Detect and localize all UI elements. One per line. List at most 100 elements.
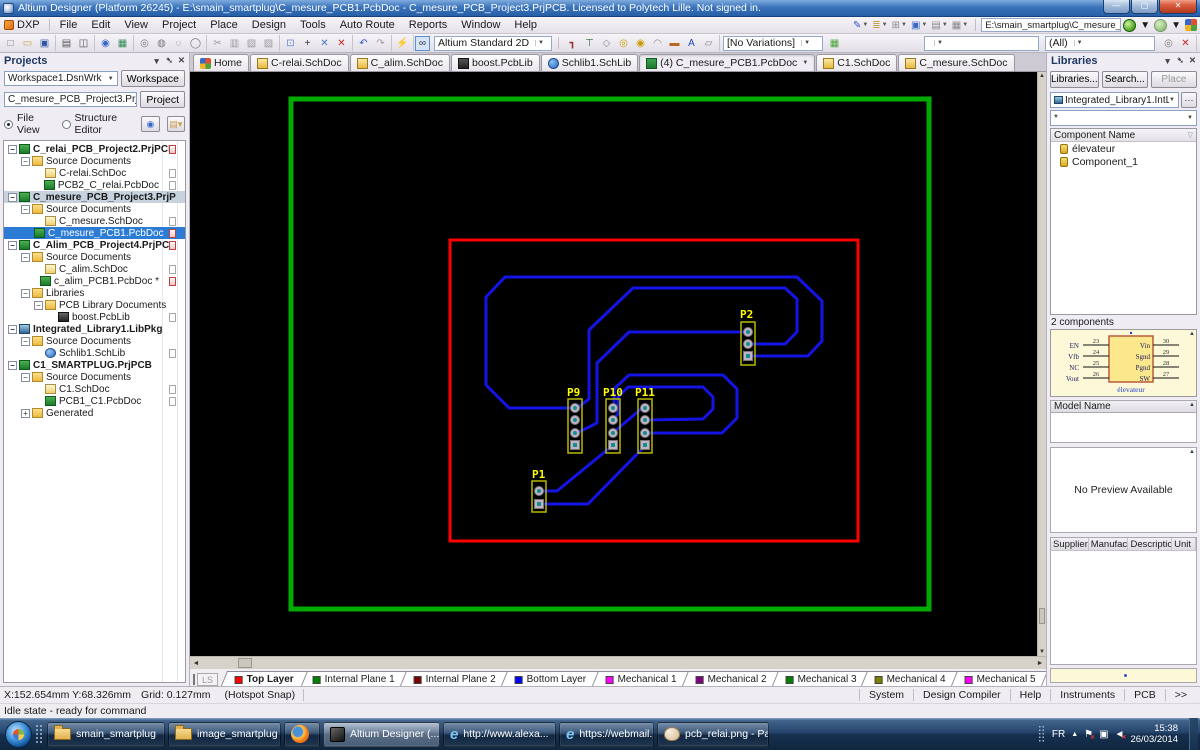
place-string-icon[interactable]: A bbox=[684, 36, 699, 51]
pin-icon[interactable]: ➴ bbox=[166, 55, 173, 66]
filter-search-icon[interactable]: ◎ bbox=[1161, 36, 1176, 51]
menu-help[interactable]: Help bbox=[507, 18, 544, 32]
more-button[interactable]: ··· bbox=[1181, 92, 1197, 108]
tree-item[interactable]: −C_relai_PCB_Project2.PrjPCB bbox=[4, 143, 185, 155]
table-column-header[interactable]: Description bbox=[1128, 538, 1172, 550]
panel-menu-icon[interactable]: ▼ bbox=[152, 56, 160, 66]
tree-item[interactable]: −C_Alim_PCB_Project4.PrjPCB bbox=[4, 239, 185, 251]
pcb-editor-canvas[interactable]: P2P9P10P11P1 ▲ ▼ bbox=[190, 72, 1046, 656]
status-button-help[interactable]: Help bbox=[1010, 689, 1051, 701]
paste-array-icon[interactable]: ▨ bbox=[261, 36, 276, 51]
pin-name[interactable]: Vout bbox=[1066, 375, 1079, 383]
show-desktop-button[interactable] bbox=[1189, 718, 1198, 750]
print-preview-icon[interactable]: ◫ bbox=[76, 36, 91, 51]
network-icon[interactable]: ▣ bbox=[1099, 729, 1108, 740]
tree-item[interactable]: PCB1_C1.PcbDoc bbox=[4, 395, 185, 407]
undo-icon[interactable]: ↶ bbox=[356, 36, 371, 51]
tree-item[interactable]: −Source Documents bbox=[4, 203, 185, 215]
maximize-button[interactable]: ▢ bbox=[1131, 0, 1158, 14]
volume-icon[interactable]: ◄✕ bbox=[1115, 729, 1125, 740]
place-component-icon[interactable]: ◇ bbox=[599, 36, 614, 51]
expander-icon[interactable]: − bbox=[21, 157, 30, 166]
component-filter-combo[interactable]: * ▼ bbox=[1050, 110, 1197, 126]
view-3d-icon[interactable]: ◉ bbox=[98, 36, 113, 51]
documents-icon[interactable]: ≣▼ bbox=[870, 20, 889, 31]
route-differential-icon[interactable]: ⊤ bbox=[582, 36, 597, 51]
pin-number[interactable]: 30 bbox=[1163, 338, 1170, 345]
start-button[interactable] bbox=[5, 721, 32, 748]
pin-number[interactable]: 27 bbox=[1163, 371, 1170, 378]
tree-item[interactable]: −Source Documents bbox=[4, 335, 185, 347]
tree-item[interactable]: −Source Documents bbox=[4, 155, 185, 167]
chevron-down-icon[interactable]: ▼ bbox=[1138, 20, 1152, 31]
vertical-scrollbar[interactable]: ▲ ▼ bbox=[1037, 72, 1046, 656]
expander-icon[interactable]: − bbox=[8, 361, 17, 370]
pin-number[interactable]: 28 bbox=[1163, 360, 1170, 367]
library-component-row[interactable]: Component_1 bbox=[1051, 155, 1196, 168]
workspace-button[interactable]: Workspace bbox=[121, 70, 185, 87]
layer-tab-top-layer[interactable]: Top Layer bbox=[221, 671, 308, 686]
wand-icon[interactable]: ⚡ bbox=[395, 36, 410, 51]
doc-tab-boost-pcblib[interactable]: boost.PcbLib bbox=[451, 54, 540, 71]
cut-icon[interactable]: ✂ bbox=[210, 36, 225, 51]
expander-icon[interactable]: + bbox=[21, 409, 30, 418]
tree-item[interactable]: C_alim.SchDoc bbox=[4, 263, 185, 275]
menu-edit[interactable]: Edit bbox=[84, 18, 117, 32]
open-icon[interactable]: ▭ bbox=[20, 36, 35, 51]
layer-tab-bottom-layer[interactable]: Bottom Layer bbox=[501, 671, 601, 686]
tree-item[interactable]: −Integrated_Library1.LibPkg bbox=[4, 323, 185, 335]
zoom-points-icon[interactable]: ◯ bbox=[188, 36, 203, 51]
scroll-right-icon[interactable]: ► bbox=[1034, 660, 1046, 667]
zoom-area-icon[interactable]: ◍ bbox=[154, 36, 169, 51]
menu-window[interactable]: Window bbox=[454, 18, 507, 32]
pin-name[interactable]: Vfb bbox=[1068, 353, 1079, 361]
panels-icon[interactable]: ▣▼ bbox=[909, 20, 929, 31]
scroll-up-icon[interactable]: ▲ bbox=[1189, 331, 1195, 337]
pin-number[interactable]: 25 bbox=[1093, 360, 1100, 367]
table-column-header[interactable]: Unit bbox=[1172, 538, 1196, 550]
status-button-pcb[interactable]: PCB bbox=[1124, 689, 1165, 701]
pin-name[interactable]: Sgnd bbox=[1136, 353, 1151, 361]
scroll-up-icon[interactable]: ▲ bbox=[1189, 449, 1195, 455]
pin-icon[interactable]: ➴ bbox=[1177, 55, 1184, 66]
variations-combo[interactable]: [No Variations]▼ bbox=[723, 36, 823, 51]
select-region-icon[interactable]: ⊡ bbox=[283, 36, 298, 51]
place-pad-icon[interactable]: ◎ bbox=[616, 36, 631, 51]
scroll-thumb[interactable] bbox=[1039, 608, 1045, 624]
component-label-p2[interactable]: P2 bbox=[740, 308, 753, 321]
horizontal-scrollbar[interactable]: ◄ ► bbox=[190, 656, 1046, 669]
pin-name[interactable]: NC bbox=[1069, 364, 1079, 372]
layer-tab-mechanical-4[interactable]: Mechanical 4 bbox=[861, 671, 960, 686]
clock[interactable]: 15:38 26/03/2014 bbox=[1130, 723, 1178, 746]
model-name-header[interactable]: Model Name bbox=[1054, 401, 1111, 412]
hidden-icons-icon[interactable]: ▲ bbox=[1071, 731, 1078, 738]
menu-reports[interactable]: Reports bbox=[402, 18, 455, 32]
dxp-menu[interactable]: DXP bbox=[0, 19, 46, 31]
doc-tab--4-c-mesure-pcb1-pcbdoc[interactable]: (4) C_mesure_PCB1.PcbDoc▼ bbox=[639, 54, 815, 71]
doc-tab-home[interactable]: Home bbox=[193, 54, 249, 71]
pin-number[interactable]: 23 bbox=[1093, 338, 1100, 345]
place-button[interactable]: Place bbox=[1151, 71, 1197, 88]
expander-icon[interactable]: − bbox=[8, 325, 17, 334]
zoom-document-icon[interactable]: ◎ bbox=[137, 36, 152, 51]
pin-name[interactable]: SW bbox=[1140, 375, 1151, 383]
place-via-icon[interactable]: ◉ bbox=[633, 36, 648, 51]
tree-item[interactable]: PCB2_C_relai.PcbDoc bbox=[4, 179, 185, 191]
tree-item[interactable]: Schlib1.SchLib bbox=[4, 347, 185, 359]
scroll-up-icon[interactable]: ▲ bbox=[1038, 73, 1046, 79]
tree-item[interactable]: −PCB Library Documents bbox=[4, 299, 185, 311]
clear-filter-icon[interactable]: ✕ bbox=[334, 36, 349, 51]
minimize-button[interactable]: — bbox=[1103, 0, 1130, 14]
address-combo[interactable]: E:\smain_smartplug\C_mesure_PC▼ bbox=[981, 18, 1121, 32]
menu-view[interactable]: View bbox=[117, 18, 155, 32]
taskbar-button-image-smartplug[interactable]: image_smartplug bbox=[168, 722, 281, 747]
tree-item[interactable]: boost.PcbLib bbox=[4, 311, 185, 323]
close-icon[interactable]: ✕ bbox=[178, 55, 185, 66]
component-p10[interactable]: P10 bbox=[603, 386, 623, 453]
tree-item[interactable]: −Libraries bbox=[4, 287, 185, 299]
scroll-down-icon[interactable]: ▼ bbox=[1038, 649, 1046, 655]
variant-manager-icon[interactable]: ▦ bbox=[827, 36, 842, 51]
layer-tab-mechanical-3[interactable]: Mechanical 3 bbox=[771, 671, 870, 686]
deselect-icon[interactable]: ✕ bbox=[317, 36, 332, 51]
current-layer-swatch[interactable] bbox=[193, 674, 195, 685]
